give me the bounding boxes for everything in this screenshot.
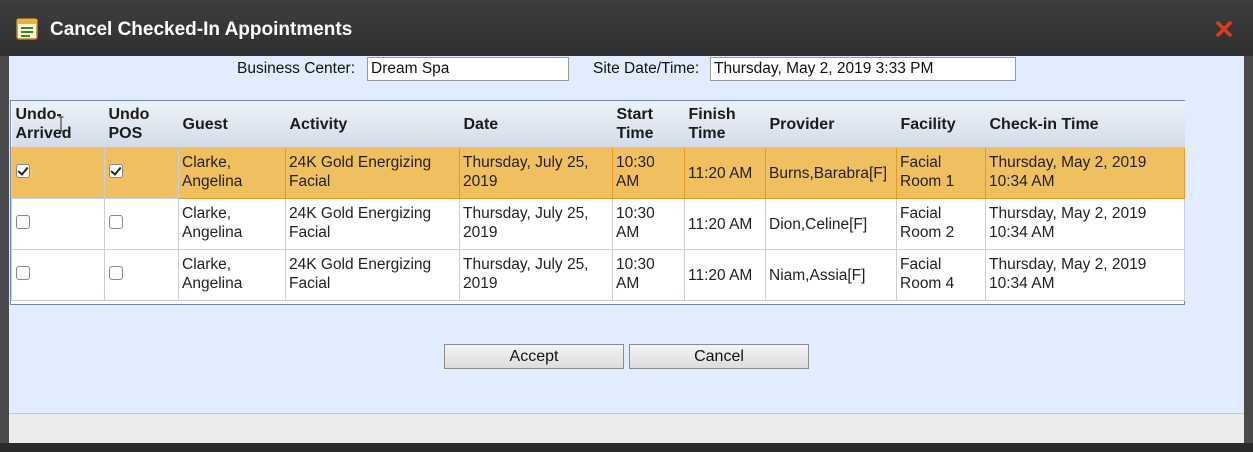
text-cursor-icon: [58, 116, 64, 132]
appointments-table: Undo-Arrived Undo POS Guest Activity Dat…: [11, 101, 1185, 301]
date-cell: Thursday, July 25, 2019: [459, 198, 613, 250]
cancel-checked-in-dialog: Cancel Checked-In Appointments Business …: [0, 0, 1253, 452]
dialog-title: Cancel Checked-In Appointments: [50, 19, 353, 40]
activity-cell: 24K Gold Energizing Facial: [285, 249, 460, 301]
undo-pos-checkbox[interactable]: [109, 266, 123, 280]
provider-cell: Niam,Assia[F]: [765, 249, 897, 301]
col-activity[interactable]: Activity: [285, 101, 460, 148]
guest-cell: Clarke, Angelina: [178, 198, 286, 250]
checkin-time-cell: Thursday, May 2, 2019 10:34 AM: [985, 198, 1185, 250]
undo-arrived-checkbox[interactable]: [16, 164, 30, 178]
undo-pos-cell: [104, 249, 179, 301]
col-facility[interactable]: Facility: [896, 101, 986, 148]
undo-pos-cell: [104, 147, 179, 199]
dialog-bottom-edge: [0, 443, 1253, 452]
dialog-footer: [9, 413, 1244, 443]
col-guest[interactable]: Guest: [178, 101, 286, 148]
undo-arrived-cell: [11, 198, 105, 250]
table-row[interactable]: Clarke, Angelina 24K Gold Energizing Fac…: [11, 147, 1185, 199]
start-time-cell: 10:30 AM: [612, 147, 685, 199]
cancel-button[interactable]: Cancel: [629, 344, 809, 369]
col-date[interactable]: Date: [459, 101, 613, 148]
undo-pos-checkbox[interactable]: [109, 215, 123, 229]
col-checkin-time[interactable]: Check-in Time: [985, 101, 1185, 148]
table-row[interactable]: Clarke, Angelina 24K Gold Energizing Fac…: [11, 198, 1185, 250]
facility-cell: Facial Room 2: [896, 198, 986, 250]
table-row[interactable]: Clarke, Angelina 24K Gold Energizing Fac…: [11, 249, 1185, 301]
provider-cell: Burns,Barabra[F]: [765, 147, 897, 199]
date-cell: Thursday, July 25, 2019: [459, 147, 613, 199]
table-header-row: Undo-Arrived Undo POS Guest Activity Dat…: [11, 101, 1185, 148]
finish-time-cell: 11:20 AM: [684, 249, 766, 301]
undo-pos-checkbox[interactable]: [109, 164, 123, 178]
business-center-field[interactable]: [367, 57, 569, 81]
start-time-cell: 10:30 AM: [612, 198, 685, 250]
close-icon[interactable]: [1215, 20, 1233, 38]
facility-cell: Facial Room 1: [896, 147, 986, 199]
facility-cell: Facial Room 4: [896, 249, 986, 301]
activity-cell: 24K Gold Energizing Facial: [285, 198, 460, 250]
dialog-titlebar[interactable]: Cancel Checked-In Appointments: [0, 0, 1253, 56]
col-provider[interactable]: Provider: [765, 101, 897, 148]
site-datetime-label: Site Date/Time:: [593, 60, 700, 77]
undo-arrived-cell: [11, 249, 105, 301]
date-cell: Thursday, July 25, 2019: [459, 249, 613, 301]
col-start-time[interactable]: Start Time: [612, 101, 685, 148]
undo-arrived-checkbox[interactable]: [16, 215, 30, 229]
undo-pos-cell: [104, 198, 179, 250]
checkin-time-cell: Thursday, May 2, 2019 10:34 AM: [985, 147, 1185, 199]
activity-cell: 24K Gold Energizing Facial: [285, 147, 460, 199]
undo-arrived-checkbox[interactable]: [16, 266, 30, 280]
col-finish-time[interactable]: Finish Time: [684, 101, 766, 148]
appointments-grid: Undo-Arrived Undo POS Guest Activity Dat…: [10, 100, 1185, 305]
site-datetime-field[interactable]: [710, 57, 1016, 81]
list-window-icon: [16, 18, 38, 40]
business-center-label: Business Center:: [237, 60, 356, 77]
undo-arrived-cell: [11, 147, 105, 199]
guest-cell: Clarke, Angelina: [178, 147, 286, 199]
finish-time-cell: 11:20 AM: [684, 198, 766, 250]
checkin-time-cell: Thursday, May 2, 2019 10:34 AM: [985, 249, 1185, 301]
guest-cell: Clarke, Angelina: [178, 249, 286, 301]
finish-time-cell: 11:20 AM: [684, 147, 766, 199]
col-undo-pos[interactable]: Undo POS: [104, 101, 179, 148]
start-time-cell: 10:30 AM: [612, 249, 685, 301]
accept-button[interactable]: Accept: [444, 344, 624, 369]
provider-cell: Dion,Celine[F]: [765, 198, 897, 250]
